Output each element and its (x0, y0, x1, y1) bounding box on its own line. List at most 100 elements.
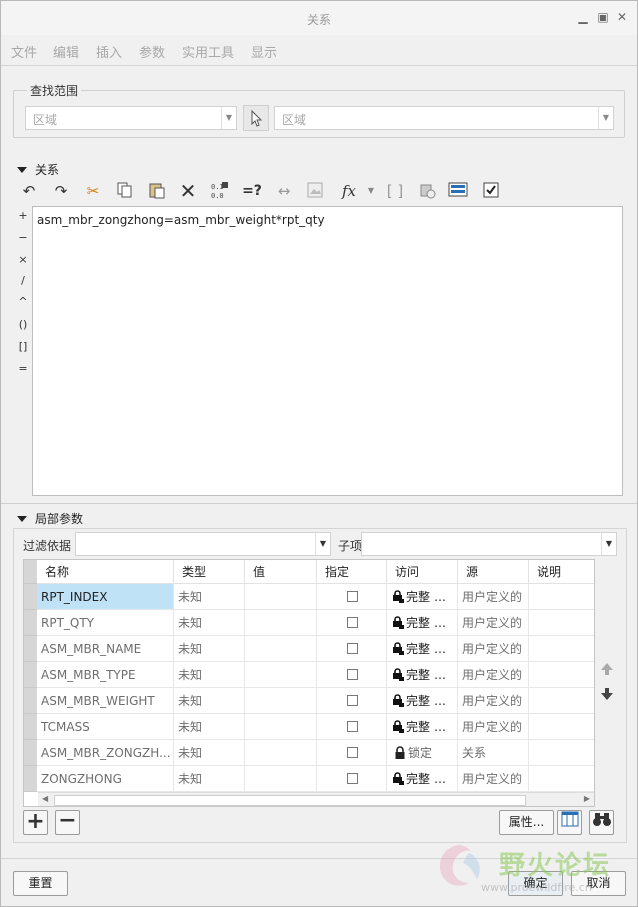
row-header-stub[interactable] (24, 610, 37, 636)
close-icon[interactable]: ✕ (615, 10, 629, 24)
param-designate-cell[interactable] (317, 766, 387, 792)
param-description-cell[interactable] (529, 662, 594, 688)
param-source-cell[interactable]: 关系 (458, 740, 529, 766)
param-access-cell[interactable]: 完整… (387, 662, 458, 688)
minimize-icon[interactable]: ▁ (576, 10, 590, 24)
properties-button[interactable]: 属性... (499, 810, 554, 835)
dimension-icon[interactable]: ↔ (274, 181, 294, 201)
sash-separator[interactable] (1, 503, 637, 504)
row-header-stub[interactable] (24, 584, 37, 610)
local-params-section-header[interactable]: 局部参数 (17, 510, 83, 527)
param-source-cell[interactable]: 用户定义的 (458, 610, 529, 636)
reset-button[interactable]: 重置 (13, 871, 68, 896)
param-description-cell[interactable] (529, 766, 594, 792)
param-description-cell[interactable] (529, 610, 594, 636)
param-access-cell[interactable]: 完整… (387, 610, 458, 636)
param-designate-cell[interactable] (317, 584, 387, 610)
ellipsis-icon[interactable]: … (434, 772, 446, 786)
filter-combo[interactable]: ▼ (75, 532, 331, 556)
param-designate-cell[interactable] (317, 662, 387, 688)
param-designate-cell[interactable] (317, 636, 387, 662)
param-type-cell[interactable]: 未知 (174, 636, 245, 662)
row-header-stub[interactable] (24, 662, 37, 688)
param-type-cell[interactable]: 未知 (174, 766, 245, 792)
brackets-icon[interactable]: [ ] (385, 181, 405, 201)
copy-icon[interactable] (115, 181, 135, 201)
move-up-icon[interactable] (599, 662, 615, 680)
col-header-description[interactable]: 说明 (529, 560, 594, 584)
horizontal-scrollbar[interactable]: ◀ ▶ (38, 792, 594, 806)
maximize-icon[interactable]: ▣ (596, 10, 610, 24)
function-icon[interactable]: fx (339, 181, 359, 201)
move-down-icon[interactable] (599, 687, 615, 705)
minus-operator-button[interactable]: − (16, 231, 30, 244)
param-access-cell[interactable]: 完整… (387, 584, 458, 610)
sub-item-combo[interactable]: ▼ (361, 532, 617, 556)
param-access-cell[interactable]: 完整… (387, 766, 458, 792)
scope-combo[interactable]: 区域 ▼ (25, 106, 237, 130)
relations-section-header[interactable]: 关系 (17, 161, 59, 178)
item-combo[interactable]: 区域 ▼ (274, 106, 614, 130)
add-param-button[interactable]: + (23, 810, 48, 835)
search-params-button[interactable] (589, 810, 614, 835)
delete-icon[interactable]: ✕ (178, 181, 198, 201)
param-source-cell[interactable]: 用户定义的 (458, 636, 529, 662)
scroll-left-icon[interactable]: ◀ (42, 794, 48, 803)
col-header-access[interactable]: 访问 (387, 560, 458, 584)
row-header-stub[interactable] (24, 740, 37, 766)
row-header-stub[interactable] (24, 688, 37, 714)
designate-checkbox[interactable] (347, 773, 358, 784)
param-name-cell[interactable]: ASM_MBR_TYPE (37, 662, 174, 688)
evaluate-icon[interactable]: =? (242, 181, 262, 201)
param-name-cell[interactable]: RPT_INDEX (37, 584, 174, 610)
ellipsis-icon[interactable]: … (434, 694, 446, 708)
param-type-cell[interactable]: 未知 (174, 584, 245, 610)
param-value-cell[interactable] (245, 584, 317, 610)
param-value-cell[interactable] (245, 740, 317, 766)
ellipsis-icon[interactable]: … (434, 720, 446, 734)
remove-param-button[interactable]: − (55, 810, 80, 835)
param-description-cell[interactable] (529, 636, 594, 662)
designate-checkbox[interactable] (347, 669, 358, 680)
param-access-cell[interactable]: 完整… (387, 636, 458, 662)
param-name-cell[interactable]: TCMASS (37, 714, 174, 740)
param-designate-cell[interactable] (317, 714, 387, 740)
row-header-stub[interactable] (24, 636, 37, 662)
menu-parameters[interactable]: 参数 (139, 42, 165, 61)
col-header-designate[interactable]: 指定 (317, 560, 387, 584)
divide-operator-button[interactable]: / (16, 274, 30, 287)
param-source-cell[interactable]: 用户定义的 (458, 662, 529, 688)
param-value-cell[interactable] (245, 714, 317, 740)
col-header-type[interactable]: 类型 (174, 560, 245, 584)
param-designate-cell[interactable] (317, 610, 387, 636)
param-name-cell[interactable]: RPT_QTY (37, 610, 174, 636)
menu-edit[interactable]: 编辑 (53, 42, 79, 61)
param-value-cell[interactable] (245, 610, 317, 636)
image-icon[interactable] (305, 181, 325, 201)
cancel-button[interactable]: 取消 (571, 871, 626, 896)
param-source-cell[interactable]: 用户定义的 (458, 688, 529, 714)
verify-icon[interactable] (481, 181, 501, 201)
param-source-cell[interactable]: 用户定义的 (458, 766, 529, 792)
relation-text[interactable]: asm_mbr_zongzhong=asm_mbr_weight*rpt_qty (37, 213, 325, 227)
col-header-name[interactable]: 名称 (37, 560, 174, 584)
plus-operator-button[interactable]: + (16, 209, 30, 222)
param-type-cell[interactable]: 未知 (174, 688, 245, 714)
param-type-cell[interactable]: 未知 (174, 610, 245, 636)
brackets-button[interactable]: [] (16, 340, 30, 353)
equals-operator-button[interactable]: = (16, 362, 30, 375)
select-pointer-button[interactable] (243, 105, 269, 131)
param-description-cell[interactable] (529, 714, 594, 740)
redo-icon[interactable]: ↷ (51, 181, 71, 201)
paste-icon[interactable] (147, 181, 167, 201)
param-description-cell[interactable] (529, 584, 594, 610)
row-header-stub[interactable] (24, 714, 37, 740)
undo-icon[interactable]: ↶ (19, 181, 39, 201)
ellipsis-icon[interactable]: … (434, 642, 446, 656)
param-value-cell[interactable] (245, 766, 317, 792)
row-header-stub[interactable] (24, 766, 37, 792)
menu-utilities[interactable]: 实用工具 (182, 42, 234, 61)
designate-checkbox[interactable] (347, 643, 358, 654)
param-value-cell[interactable] (245, 636, 317, 662)
function-dropdown-icon[interactable]: ▼ (361, 181, 381, 201)
